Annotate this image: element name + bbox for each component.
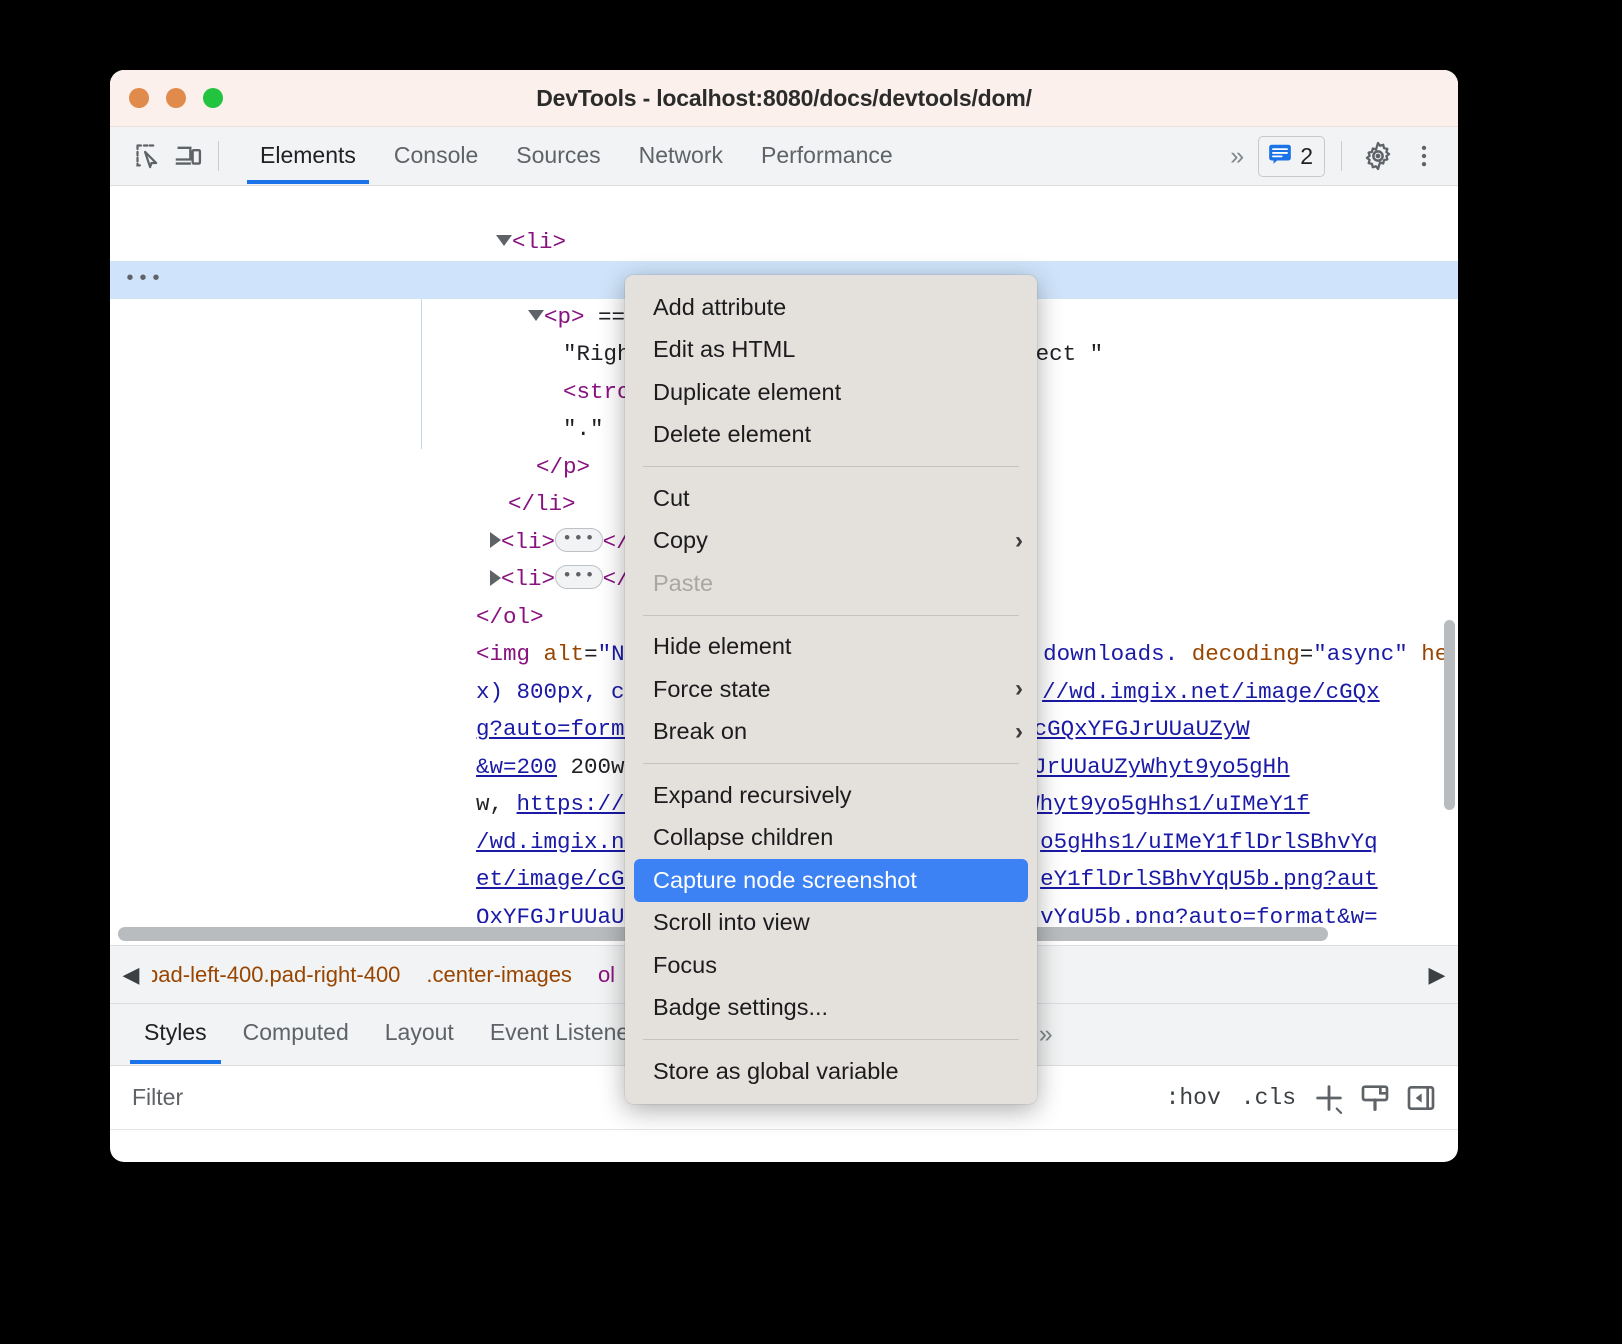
menu-item-focus[interactable]: Focus: [625, 944, 1037, 987]
traffic-lights: [129, 88, 223, 108]
issues-badge[interactable]: 2: [1258, 135, 1325, 177]
menu-item-copy[interactable]: Copy ›: [625, 520, 1037, 563]
tab-performance[interactable]: Performance: [742, 129, 912, 184]
tab-computed[interactable]: Computed: [225, 1005, 367, 1064]
dom-tree-vertical-scrollbar[interactable]: [1442, 186, 1458, 923]
menu-item-force-state-label: Force state: [653, 675, 771, 702]
menu-item-delete-element[interactable]: Delete element: [625, 414, 1037, 457]
kebab-menu-icon[interactable]: [1404, 136, 1444, 176]
menu-item-capture-node-screenshot[interactable]: Capture node screenshot: [634, 859, 1028, 902]
devtools-toolbar: Elements Console Sources Network Perform…: [110, 127, 1458, 186]
menu-item-force-state[interactable]: Force state ›: [625, 668, 1037, 711]
tree-guide-line: [421, 299, 422, 449]
menu-item-break-on[interactable]: Break on ›: [625, 711, 1037, 754]
hov-button[interactable]: :hov: [1156, 1085, 1231, 1111]
menu-item-store-as-global-variable[interactable]: Store as global variable: [625, 1050, 1037, 1093]
window-titlebar: DevTools - localhost:8080/docs/devtools/…: [110, 70, 1458, 127]
tree-row[interactable]: ::before flex: [110, 224, 1458, 293]
toggle-sidebar-icon[interactable]: [1398, 1076, 1444, 1120]
chevron-right-icon: ›: [1015, 675, 1023, 703]
maximize-window-button[interactable]: [203, 88, 223, 108]
window-title: DevTools - localhost:8080/docs/devtools/…: [536, 84, 1032, 111]
tree-row[interactable]: <li>: [110, 186, 1458, 255]
menu-item-duplicate-element[interactable]: Duplicate element: [625, 371, 1037, 414]
panel-tabs: Elements Console Sources Network Perform…: [241, 129, 912, 184]
chevron-right-icon: ›: [1015, 526, 1023, 554]
menu-item-collapse-children[interactable]: Collapse children: [625, 817, 1037, 860]
inspect-element-icon[interactable]: [128, 136, 168, 176]
menu-item-edit-as-html[interactable]: Edit as HTML: [625, 329, 1037, 372]
menu-item-expand-recursively[interactable]: Expand recursively: [625, 774, 1037, 817]
issues-count: 2: [1300, 142, 1313, 169]
menu-item-badge-settings[interactable]: Badge settings...: [625, 987, 1037, 1030]
cls-button[interactable]: .cls: [1231, 1085, 1306, 1111]
menu-item-copy-label: Copy: [653, 527, 708, 554]
gear-icon[interactable]: [1358, 136, 1398, 176]
close-window-button[interactable]: [129, 88, 149, 108]
context-menu[interactable]: Add attribute Edit as HTML Duplicate ele…: [625, 275, 1037, 1104]
devtools-window: DevTools - localhost:8080/docs/devtools/…: [110, 70, 1458, 1162]
tab-styles[interactable]: Styles: [126, 1005, 225, 1064]
tab-network[interactable]: Network: [620, 129, 742, 184]
breadcrumb-scroll-left-icon[interactable]: ◀: [110, 946, 152, 1003]
more-tabs-icon[interactable]: »: [1224, 142, 1252, 171]
scrollbar-thumb[interactable]: [1444, 620, 1455, 810]
tab-layout[interactable]: Layout: [367, 1005, 472, 1064]
menu-item-hide-element[interactable]: Hide element: [625, 626, 1037, 669]
tab-elements[interactable]: Elements: [241, 129, 375, 184]
toolbar-divider-2: [1341, 141, 1342, 171]
menu-separator: [643, 763, 1019, 764]
computed-styles-sidebar-icon[interactable]: [1352, 1076, 1398, 1120]
row-more-icon[interactable]: •••: [124, 261, 163, 299]
tab-sources[interactable]: Sources: [497, 129, 619, 184]
menu-item-break-on-label: Break on: [653, 718, 748, 745]
breadcrumb-item-center-images[interactable]: .center-images: [413, 946, 585, 1003]
breadcrumb-scroll-right-icon[interactable]: ▶: [1416, 946, 1458, 1003]
breadcrumb-item-ol[interactable]: ol: [585, 946, 628, 1003]
toolbar-divider: [218, 141, 219, 171]
menu-item-add-attribute[interactable]: Add attribute: [625, 286, 1037, 329]
issues-message-icon: [1267, 141, 1293, 172]
menu-item-cut[interactable]: Cut: [625, 477, 1037, 520]
tab-console[interactable]: Console: [375, 129, 497, 184]
chevron-right-icon: ›: [1015, 717, 1023, 745]
menu-separator: [643, 1039, 1019, 1040]
menu-item-scroll-into-view[interactable]: Scroll into view: [625, 902, 1037, 945]
menu-separator: [643, 614, 1019, 616]
device-toolbar-icon[interactable]: [168, 136, 208, 176]
menu-separator: [643, 466, 1019, 467]
toolbar-right-actions: » 2: [1224, 135, 1444, 177]
plus-new-style-rule-icon[interactable]: [1306, 1076, 1352, 1120]
minimize-window-button[interactable]: [166, 88, 186, 108]
breadcrumb-item-classes[interactable]: .width-full.pad-left-400.pad-right-400: [152, 946, 413, 1003]
menu-item-paste: Paste: [653, 569, 714, 596]
